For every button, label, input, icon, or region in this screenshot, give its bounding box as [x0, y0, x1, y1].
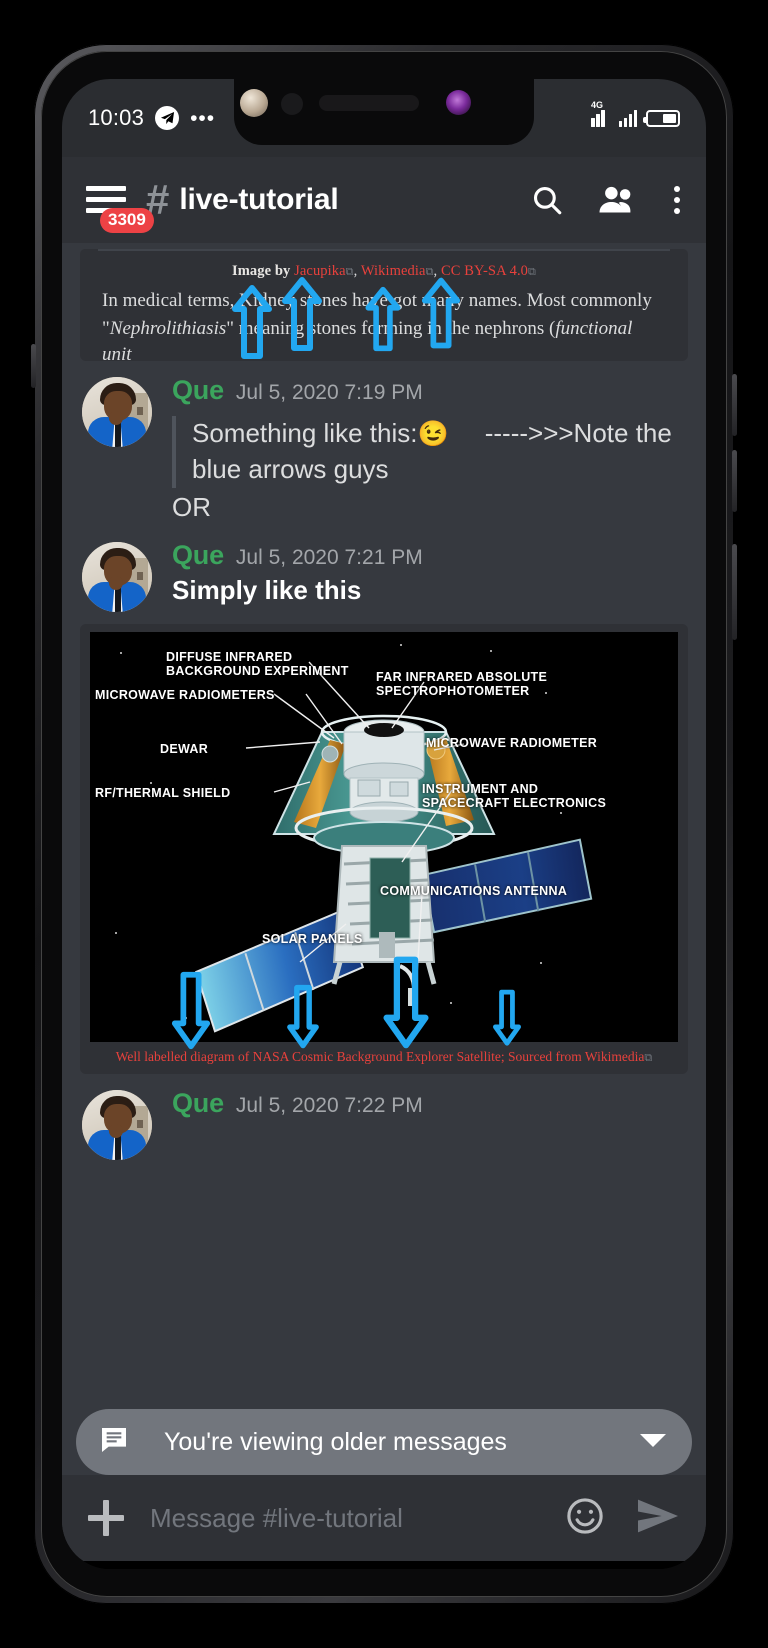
- article-body-line-1: In medical terms, Kidney stones have got…: [102, 290, 652, 311]
- message-text-or: OR: [172, 491, 211, 522]
- quote-open: ": [102, 318, 110, 340]
- phone-device: 10:03 ••• 4G 3309 # live-tutorial Image …: [31, 44, 737, 1604]
- page-title: live-tutorial: [179, 183, 339, 216]
- external-link-icon-4[interactable]: ⧉: [644, 1052, 652, 1064]
- android-navigation-bar: [62, 1561, 706, 1569]
- signal-bars-icon: 4G: [591, 100, 610, 127]
- image-credit-caption: Image by Jacupika⧉, Wikimedia⧉, CC BY-SA…: [231, 263, 536, 279]
- plus-icon[interactable]: [88, 1500, 124, 1536]
- unread-badge: 3309: [100, 208, 154, 233]
- term-nephrolithiasis: Nephrolithiasis: [109, 318, 227, 340]
- message-timestamp: Jul 5, 2020 7:21 PM: [235, 545, 423, 569]
- message-header: Que Jul 5, 2020 7:21 PM: [172, 540, 688, 571]
- caption-text: Well labelled diagram of NASA Cosmic Bac…: [115, 1048, 645, 1064]
- satellite-image-caption: Well labelled diagram of NASA Cosmic Bac…: [90, 1042, 678, 1074]
- older-messages-label: You're viewing older messages: [164, 1427, 507, 1456]
- label-line-2: BACKGROUND EXPERIMENT: [166, 664, 349, 679]
- message-item[interactable]: Que Jul 5, 2020 7:21 PM Simply like this: [62, 526, 706, 612]
- power-button[interactable]: [732, 544, 737, 640]
- body-line2-mid: " meaning stones forming in the nephrons…: [226, 318, 556, 340]
- message-author[interactable]: Que: [172, 1088, 224, 1119]
- chevron-down-icon[interactable]: [640, 1432, 666, 1453]
- volume-down-button[interactable]: [732, 450, 737, 512]
- embed-satellite-diagram[interactable]: DIFFUSE INFRARED BACKGROUND EXPERIMENT F…: [80, 623, 688, 1074]
- input-actions: [564, 1495, 680, 1542]
- message-timestamp: Jul 5, 2020 7:19 PM: [235, 381, 423, 404]
- avatar[interactable]: [82, 1089, 152, 1160]
- credit-link-source[interactable]: Wikimedia: [361, 263, 426, 279]
- hamburger-menu-icon[interactable]: 3309: [86, 180, 154, 233]
- message-body: Que Jul 5, 2020 7:21 PM Simply like this: [152, 540, 688, 612]
- signal-bars-icon-2: [618, 109, 637, 127]
- message-author[interactable]: Que: [172, 375, 224, 406]
- emoji-smiley-icon[interactable]: [564, 1495, 606, 1542]
- avatar[interactable]: [82, 377, 152, 447]
- message-header: Que Jul 5, 2020 7:22 PM: [172, 1088, 688, 1119]
- label-line-2: SPECTROPHOTOMETER: [376, 684, 530, 699]
- message-input[interactable]: Message #live-tutorial: [150, 1503, 403, 1534]
- message-item[interactable]: Que Jul 5, 2020 7:22 PM: [62, 1074, 706, 1160]
- phone-bezel: 10:03 ••• 4G 3309 # live-tutorial Image …: [41, 51, 727, 1597]
- embed-kidney-stone-article[interactable]: Image by Jacupika⧉, Wikimedia⧉, CC BY-SA…: [80, 249, 688, 361]
- send-icon[interactable]: [636, 1496, 680, 1541]
- label-line-1: INSTRUMENT AND: [422, 781, 539, 796]
- telegram-send-icon: [155, 106, 180, 130]
- header-actions: [530, 182, 684, 218]
- message-text: Simply like this: [172, 574, 362, 605]
- members-icon[interactable]: [598, 185, 636, 215]
- label-communications-antenna: COMMUNICATIONS ANTENNA: [380, 883, 568, 898]
- sensor-icon: [281, 93, 303, 115]
- side-button-left[interactable]: [31, 344, 36, 388]
- status-bar-right: 4G: [591, 100, 680, 127]
- discord-app: 3309 # live-tutorial Image by Jacupika⧉,…: [62, 157, 706, 1561]
- front-camera-icon: [240, 89, 268, 117]
- battery-icon: [643, 109, 680, 127]
- label-line-1: FAR INFRARED ABSOLUTE: [376, 669, 548, 684]
- wink-emoji-icon: 😉: [417, 420, 449, 448]
- status-bar: 10:03 ••• 4G: [62, 79, 706, 157]
- label-line-1: DIFFUSE INFRARED: [166, 649, 293, 664]
- label-diffuse-infrared: DIFFUSE INFRARED BACKGROUND EXPERIMENT: [166, 650, 349, 680]
- message-author[interactable]: Que: [172, 540, 224, 571]
- kebab-menu-icon[interactable]: [670, 182, 684, 218]
- volume-up-button[interactable]: [732, 374, 737, 436]
- message-timestamp: Jul 5, 2020 7:22 PM: [235, 1093, 423, 1117]
- label-instrument-electronics: INSTRUMENT AND SPACECRAFT ELECTRONICS: [422, 782, 606, 812]
- credit-link-author[interactable]: Jacupika: [294, 263, 346, 279]
- external-link-icon-2: ⧉: [425, 266, 434, 278]
- message-body: Que Jul 5, 2020 7:22 PM: [152, 1088, 688, 1160]
- message-item[interactable]: Que Jul 5, 2020 7:19 PM Something like t…: [62, 361, 706, 526]
- message-body: Que Jul 5, 2020 7:19 PM Something like t…: [152, 375, 688, 526]
- avatar[interactable]: [82, 541, 152, 612]
- search-icon[interactable]: [530, 183, 564, 217]
- secondary-camera-icon: [446, 90, 471, 115]
- label-solar-panels: SOLAR PANELS: [262, 931, 363, 946]
- external-link-icon: ⧉: [345, 266, 354, 278]
- label-rf-thermal-shield: RF/THERMAL SHIELD: [95, 785, 231, 800]
- article-body-line-2: "Nephrolithiasis" meaning stones forming…: [80, 314, 688, 361]
- quote-text: Something like this:: [192, 418, 418, 448]
- channel-header: 3309 # live-tutorial: [62, 157, 706, 243]
- status-clock: 10:03: [88, 105, 145, 130]
- status-overflow-icon: •••: [190, 106, 216, 130]
- chat-lines-icon: [98, 1424, 130, 1461]
- message-header: Que Jul 5, 2020 7:19 PM: [172, 375, 688, 406]
- label-line-2: SPACECRAFT ELECTRONICS: [422, 796, 607, 811]
- status-bar-left: 10:03 •••: [88, 105, 215, 131]
- external-link-icon-3: ⧉: [528, 266, 536, 278]
- credit-link-license[interactable]: CC BY-SA 4.0: [441, 263, 528, 279]
- phone-screen: 10:03 ••• 4G 3309 # live-tutorial Image …: [62, 79, 706, 1569]
- label-far-infrared: FAR INFRARED ABSOLUTE SPECTROPHOTOMETER: [376, 670, 547, 700]
- older-messages-banner[interactable]: You're viewing older messages: [76, 1409, 692, 1475]
- satellite-diagram-image[interactable]: DIFFUSE INFRARED BACKGROUND EXPERIMENT F…: [90, 631, 678, 1042]
- label-dewar: DEWAR: [160, 741, 209, 756]
- earpiece-speaker: [319, 95, 419, 111]
- label-microwave-radiometer: MICROWAVE RADIOMETER: [426, 735, 598, 750]
- message-input-bar[interactable]: Message #live-tutorial: [62, 1475, 706, 1561]
- network-type-label: 4G: [591, 100, 604, 110]
- message-quote-block: Something like this:😉 ----->>>Note the b…: [172, 416, 688, 488]
- message-list[interactable]: Image by Jacupika⧉, Wikimedia⧉, CC BY-SA…: [62, 243, 706, 1475]
- credit-prefix: Image by: [231, 263, 291, 279]
- label-microwave-radiometers: MICROWAVE RADIOMETERS: [95, 687, 275, 702]
